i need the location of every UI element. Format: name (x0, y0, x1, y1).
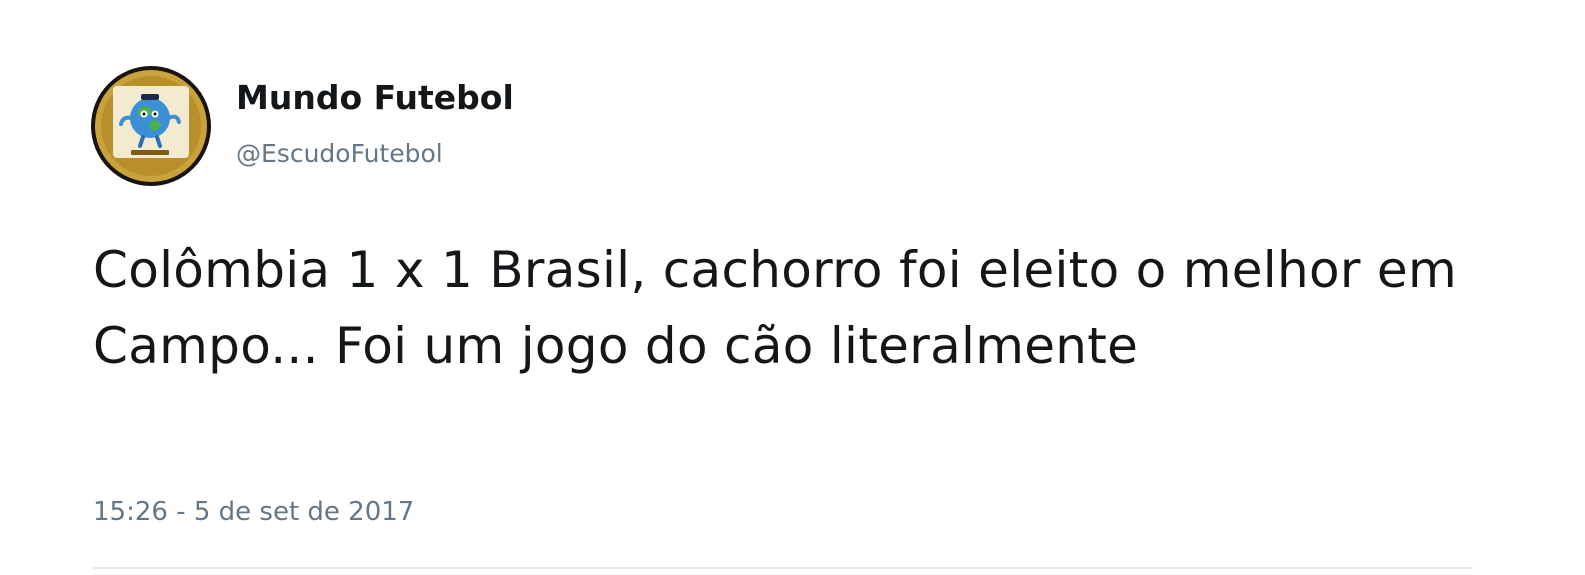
user-handle[interactable]: @EscudoFutebol (236, 136, 443, 172)
globe-mascot-icon (95, 70, 207, 182)
tweet-timestamp[interactable]: 15:26 - 5 de set de 2017 (93, 494, 414, 530)
display-name[interactable]: Mundo Futebol (236, 76, 514, 120)
avatar[interactable] (91, 66, 211, 186)
tweet-text: Colômbia 1 x 1 Brasil, cachorro foi elei… (93, 241, 1458, 375)
tweet-card: Mundo Futebol @EscudoFutebol Colômbia 1 … (0, 0, 1585, 575)
divider (93, 567, 1473, 569)
